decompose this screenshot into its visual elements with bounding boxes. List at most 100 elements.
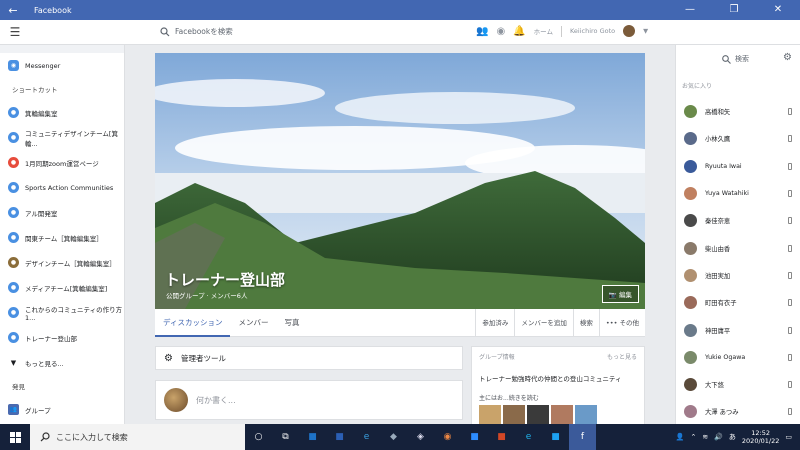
chevron-up-icon[interactable]: ⌃ xyxy=(690,433,696,441)
group-title[interactable]: トレーナー登山部 xyxy=(165,269,285,290)
tab-members[interactable]: メンバー xyxy=(230,309,276,337)
word-icon[interactable]: ■ xyxy=(326,424,353,450)
tab-photos[interactable]: 写真 xyxy=(276,309,307,337)
sidebar-item-shortcut[interactable]: ● コミュニティデザインチーム[箕輪... xyxy=(0,125,124,150)
group-info-card: グループ情報 もっと見る トレーナー勉強時代の仲間との登山コミュニティ 主にはお… xyxy=(471,346,645,427)
contact-item[interactable]: 柴山由香 xyxy=(676,234,800,261)
favorites-heading: お気に入り xyxy=(682,83,713,90)
sidebar-item-shortcut[interactable]: ● Sports Action Communities xyxy=(0,175,124,200)
contact-item[interactable]: 神田庸平 xyxy=(676,316,800,343)
group-info-see-more-link[interactable]: もっと見る xyxy=(607,352,637,361)
contact-item[interactable]: 小林久鷹 xyxy=(676,125,800,152)
cortana-icon[interactable]: ○ xyxy=(245,424,272,450)
contact-name: 柴山由香 xyxy=(705,245,731,253)
app-icon[interactable]: ◈ xyxy=(407,424,434,450)
chrome-icon[interactable]: ◉ xyxy=(434,424,461,450)
taskbar-search-input[interactable]: ここに入力して検索 xyxy=(56,432,128,443)
sidebar-item-shortcut[interactable]: ● これからのコミュニティの作り方1... xyxy=(0,300,124,325)
wifi-icon[interactable]: ≋ xyxy=(702,433,708,441)
camera-icon: 📷 xyxy=(608,291,617,299)
admin-tools-card[interactable]: ⚙ 管理者ツール xyxy=(155,346,463,370)
contact-item[interactable]: 町田有衣子 xyxy=(676,289,800,316)
app-icon[interactable]: ◆ xyxy=(380,424,407,450)
sidebar-item-shortcut[interactable]: ● デザインチーム［箕輪編集室］ xyxy=(0,250,124,275)
sidebar-item-shortcut[interactable]: ● 1月同期zoom運営ページ xyxy=(0,150,124,175)
edit-cover-button[interactable]: 📷 編集 xyxy=(601,285,639,303)
people-icon[interactable]: 👤 xyxy=(676,433,685,441)
mobile-device-icon xyxy=(788,271,792,279)
messenger-icon[interactable]: ◉ xyxy=(496,26,505,37)
sidebar-item-groups[interactable]: 👥 グループ xyxy=(0,397,124,422)
sidebar-item-shortcut[interactable]: ● メディアチーム[箕輪編集室] xyxy=(0,275,124,300)
search-bar[interactable]: Facebookを検索 xyxy=(160,26,233,37)
close-button[interactable]: ✕ xyxy=(756,0,800,20)
home-link[interactable]: ホーム xyxy=(534,26,553,36)
taskbar-apps: ○ ⧉ ■ ■ e ◆ ◈ ◉ ■ ■ e ■ f xyxy=(245,424,596,450)
sidebar-item-shortcut[interactable]: ● トレーナー登山部 xyxy=(0,325,124,350)
sidebar-item-label: 関東チーム［箕輪編集室］ xyxy=(25,234,103,243)
joined-button[interactable]: 参加済み xyxy=(475,308,514,337)
twitter-icon[interactable]: ■ xyxy=(542,424,569,450)
volume-icon[interactable]: 🔊 xyxy=(714,433,723,441)
taskbar-search[interactable]: ここに入力して検索 xyxy=(30,424,245,450)
contact-item[interactable]: 大澤 あつみ xyxy=(676,398,800,425)
edge-legacy-icon[interactable]: e xyxy=(353,424,380,450)
contact-item[interactable]: Ryuuta Iwai xyxy=(676,153,800,180)
admin-tools-label: 管理者ツール xyxy=(180,353,226,363)
windows-taskbar: ここに入力して検索 ○ ⧉ ■ ■ e ◆ ◈ ◉ ■ ■ e ■ f 👤 ⌃ … xyxy=(0,424,800,450)
outlook-icon[interactable]: ■ xyxy=(299,424,326,450)
gear-icon[interactable]: ⚙ xyxy=(783,52,792,63)
composer-input[interactable]: 何か書く... xyxy=(196,395,236,406)
avatar xyxy=(684,105,697,119)
mobile-device-icon xyxy=(788,135,792,143)
sidebar-item-shortcut[interactable]: ● 箕輪編集室 xyxy=(0,100,124,125)
see-more-link[interactable]: ▼ もっと見る... xyxy=(0,350,124,375)
facebook-icon[interactable]: f xyxy=(569,424,596,450)
clock-date: 2020/01/22 xyxy=(741,437,780,445)
minimize-button[interactable]: — xyxy=(668,0,712,20)
group-icon: ● xyxy=(8,132,19,143)
back-arrow-icon[interactable]: ← xyxy=(0,4,26,17)
group-icon: ● xyxy=(8,257,19,268)
sidebar-item-shortcut[interactable]: ● 関東チーム［箕輪編集室］ xyxy=(0,225,124,250)
group-cover-photo: トレーナー登山部 公開グループ · メンバー6人 📷 編集 xyxy=(155,53,645,309)
read-more-link[interactable]: 主にはお...続きを読む xyxy=(479,393,637,402)
notifications-bell-icon[interactable]: 🔔 xyxy=(513,26,525,37)
user-avatar[interactable] xyxy=(623,25,636,37)
composer-card[interactable]: 何か書く... xyxy=(155,380,463,420)
more-options-button[interactable]: ••• その他 xyxy=(598,308,645,337)
tab-discussion[interactable]: ディスカッション xyxy=(155,309,231,337)
contact-item[interactable]: Yuya Watahiki xyxy=(676,180,800,207)
contact-item[interactable]: 高橋和矢 xyxy=(676,98,800,125)
powerpoint-icon[interactable]: ■ xyxy=(488,424,515,450)
hamburger-menu-icon[interactable]: ☰ xyxy=(0,25,30,39)
window-titlebar: ← Facebook — ❐ ✕ xyxy=(0,0,800,20)
start-button[interactable] xyxy=(0,431,30,443)
sidebar-top-strip xyxy=(0,45,124,53)
user-name-link[interactable]: Keiichiro Goto xyxy=(570,27,615,35)
task-view-icon[interactable]: ⧉ xyxy=(272,424,299,450)
sidebar-item-label: アル開発室 xyxy=(25,209,58,218)
restore-button[interactable]: ❐ xyxy=(712,0,756,20)
group-search-button[interactable]: 検索 xyxy=(572,308,599,337)
avatar xyxy=(684,159,697,173)
zoom-icon[interactable]: ■ xyxy=(461,424,488,450)
contact-item[interactable]: Yukie Ogawa xyxy=(676,344,800,371)
ime-indicator[interactable]: あ xyxy=(729,432,736,442)
add-member-button[interactable]: メンバーを追加 xyxy=(514,308,573,337)
avatar xyxy=(684,132,697,146)
group-icon: ● xyxy=(8,207,19,218)
sidebar-item-shortcut[interactable]: ● アル開発室 xyxy=(0,200,124,225)
contact-item[interactable]: 大下悠 xyxy=(676,371,800,398)
taskbar-clock[interactable]: 12:52 2020/01/22 xyxy=(742,429,779,445)
edge-icon[interactable]: e xyxy=(515,424,542,450)
contact-item[interactable]: 秦佳奈恵 xyxy=(676,207,800,234)
avatar xyxy=(684,268,697,282)
sidebar-item-messenger[interactable]: ◉ Messenger xyxy=(0,53,124,78)
search-input[interactable]: Facebookを検索 xyxy=(175,26,233,37)
account-menu-caret-icon[interactable]: ▼ xyxy=(643,27,648,35)
contact-item[interactable]: 池田実加 xyxy=(676,262,800,289)
notifications-icon[interactable]: ▭ xyxy=(785,433,792,441)
contacts-search[interactable]: 検索 xyxy=(676,45,800,73)
friend-requests-icon[interactable]: 👥 xyxy=(476,26,488,37)
